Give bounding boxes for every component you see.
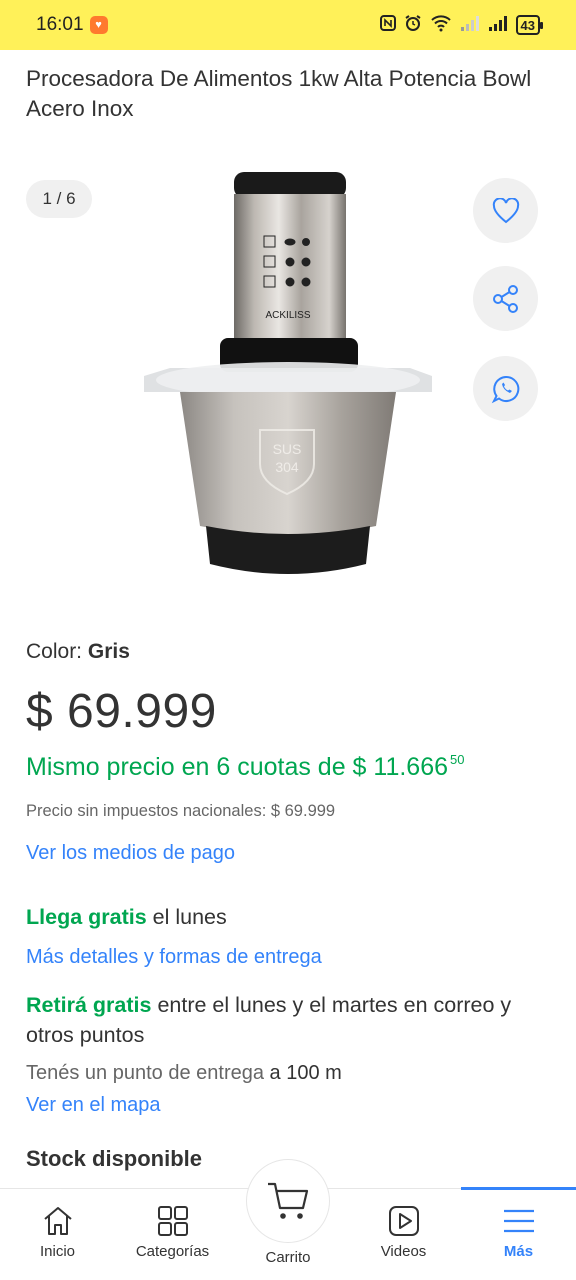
image-counter: 1 / 6	[26, 180, 92, 218]
nfc-icon	[379, 15, 396, 35]
product-image[interactable]: ACKILISS SUS 304	[140, 166, 436, 590]
alarm-icon	[404, 14, 422, 36]
nav-cart[interactable]	[246, 1159, 330, 1243]
nav-home-label: Inicio	[39, 1243, 76, 1260]
stock-label: Stock disponible	[26, 1146, 203, 1171]
color-selector: Color: Gris	[26, 640, 130, 664]
status-time: 16:01 ♥	[36, 14, 108, 36]
nav-categories-label: Categorías	[135, 1243, 210, 1260]
nav-categories[interactable]: Categorías	[115, 1189, 230, 1280]
signal-weak-icon	[460, 15, 480, 35]
pickup-info: Retirá gratis entre el lunes y el martes…	[26, 990, 546, 1050]
nav-home[interactable]: Inicio	[0, 1189, 115, 1280]
nav-videos[interactable]: Videos	[346, 1189, 461, 1280]
price: $ 69.999	[26, 685, 217, 738]
whatsapp-icon	[491, 375, 519, 403]
delivery-highlight: Llega gratis	[26, 905, 147, 929]
product-gallery[interactable]: 1 / 6 ACKILISS SUS 304	[0, 160, 576, 600]
bottom-navigation: Inicio Categorías Carrito Videos Más	[0, 1159, 576, 1280]
wifi-icon	[430, 14, 452, 36]
share-button[interactable]	[473, 266, 538, 331]
cart-icon	[268, 1182, 309, 1219]
map-link[interactable]: Ver en el mapa	[26, 1094, 161, 1117]
pickup-point-distance: a 100 m	[269, 1062, 342, 1084]
home-icon	[40, 1203, 76, 1239]
nav-videos-label: Videos	[380, 1243, 427, 1260]
product-title: Procesadora De Alimentos 1kw Alta Potenc…	[26, 66, 532, 121]
badge-line1: SUS	[273, 441, 302, 457]
status-icons: 43	[379, 14, 544, 36]
grid-icon	[155, 1203, 191, 1239]
brand-text: ACKILISS	[265, 310, 310, 321]
play-icon	[386, 1203, 422, 1239]
status-bar: 16:01 ♥ 43	[0, 0, 576, 50]
delivery-details-link[interactable]: Más detalles y formas de entrega	[26, 946, 322, 969]
payment-methods-link[interactable]: Ver los medios de pago	[26, 842, 235, 865]
installments-info: Mismo precio en 6 cuotas de $ 11.666 50	[26, 752, 464, 782]
tax-info: Precio sin impuestos nacionales: $ 69.99…	[26, 802, 336, 820]
menu-icon	[501, 1203, 537, 1239]
pickup-highlight: Retirá gratis	[26, 993, 152, 1017]
delivery-rest: el lunes	[146, 905, 227, 929]
notification-heart-icon: ♥	[89, 16, 108, 34]
nav-more[interactable]: Más	[461, 1189, 576, 1280]
color-label: Color:	[26, 640, 83, 663]
favorite-button[interactable]	[473, 178, 538, 243]
color-value: Gris	[87, 640, 130, 663]
whatsapp-share-button[interactable]	[473, 356, 538, 421]
delivery-info: Llega gratis el lunes	[26, 902, 546, 932]
signal-strong-icon	[488, 15, 508, 35]
clock: 16:01	[36, 14, 84, 35]
badge-line2: 304	[275, 459, 299, 475]
nav-cart-label: Carrito	[265, 1249, 311, 1266]
pickup-point-text: Tenés un punto de entrega	[26, 1062, 270, 1084]
battery-indicator: 43	[515, 15, 544, 35]
nav-more-label: Más	[503, 1243, 534, 1260]
share-icon	[492, 284, 518, 313]
pickup-point-info: Tenés un punto de entrega a 100 m	[26, 1062, 342, 1085]
heart-icon	[492, 197, 519, 223]
installments-cents: 50	[450, 752, 465, 767]
installments-text: Mismo precio en 6 cuotas de $ 11.666	[26, 753, 449, 781]
